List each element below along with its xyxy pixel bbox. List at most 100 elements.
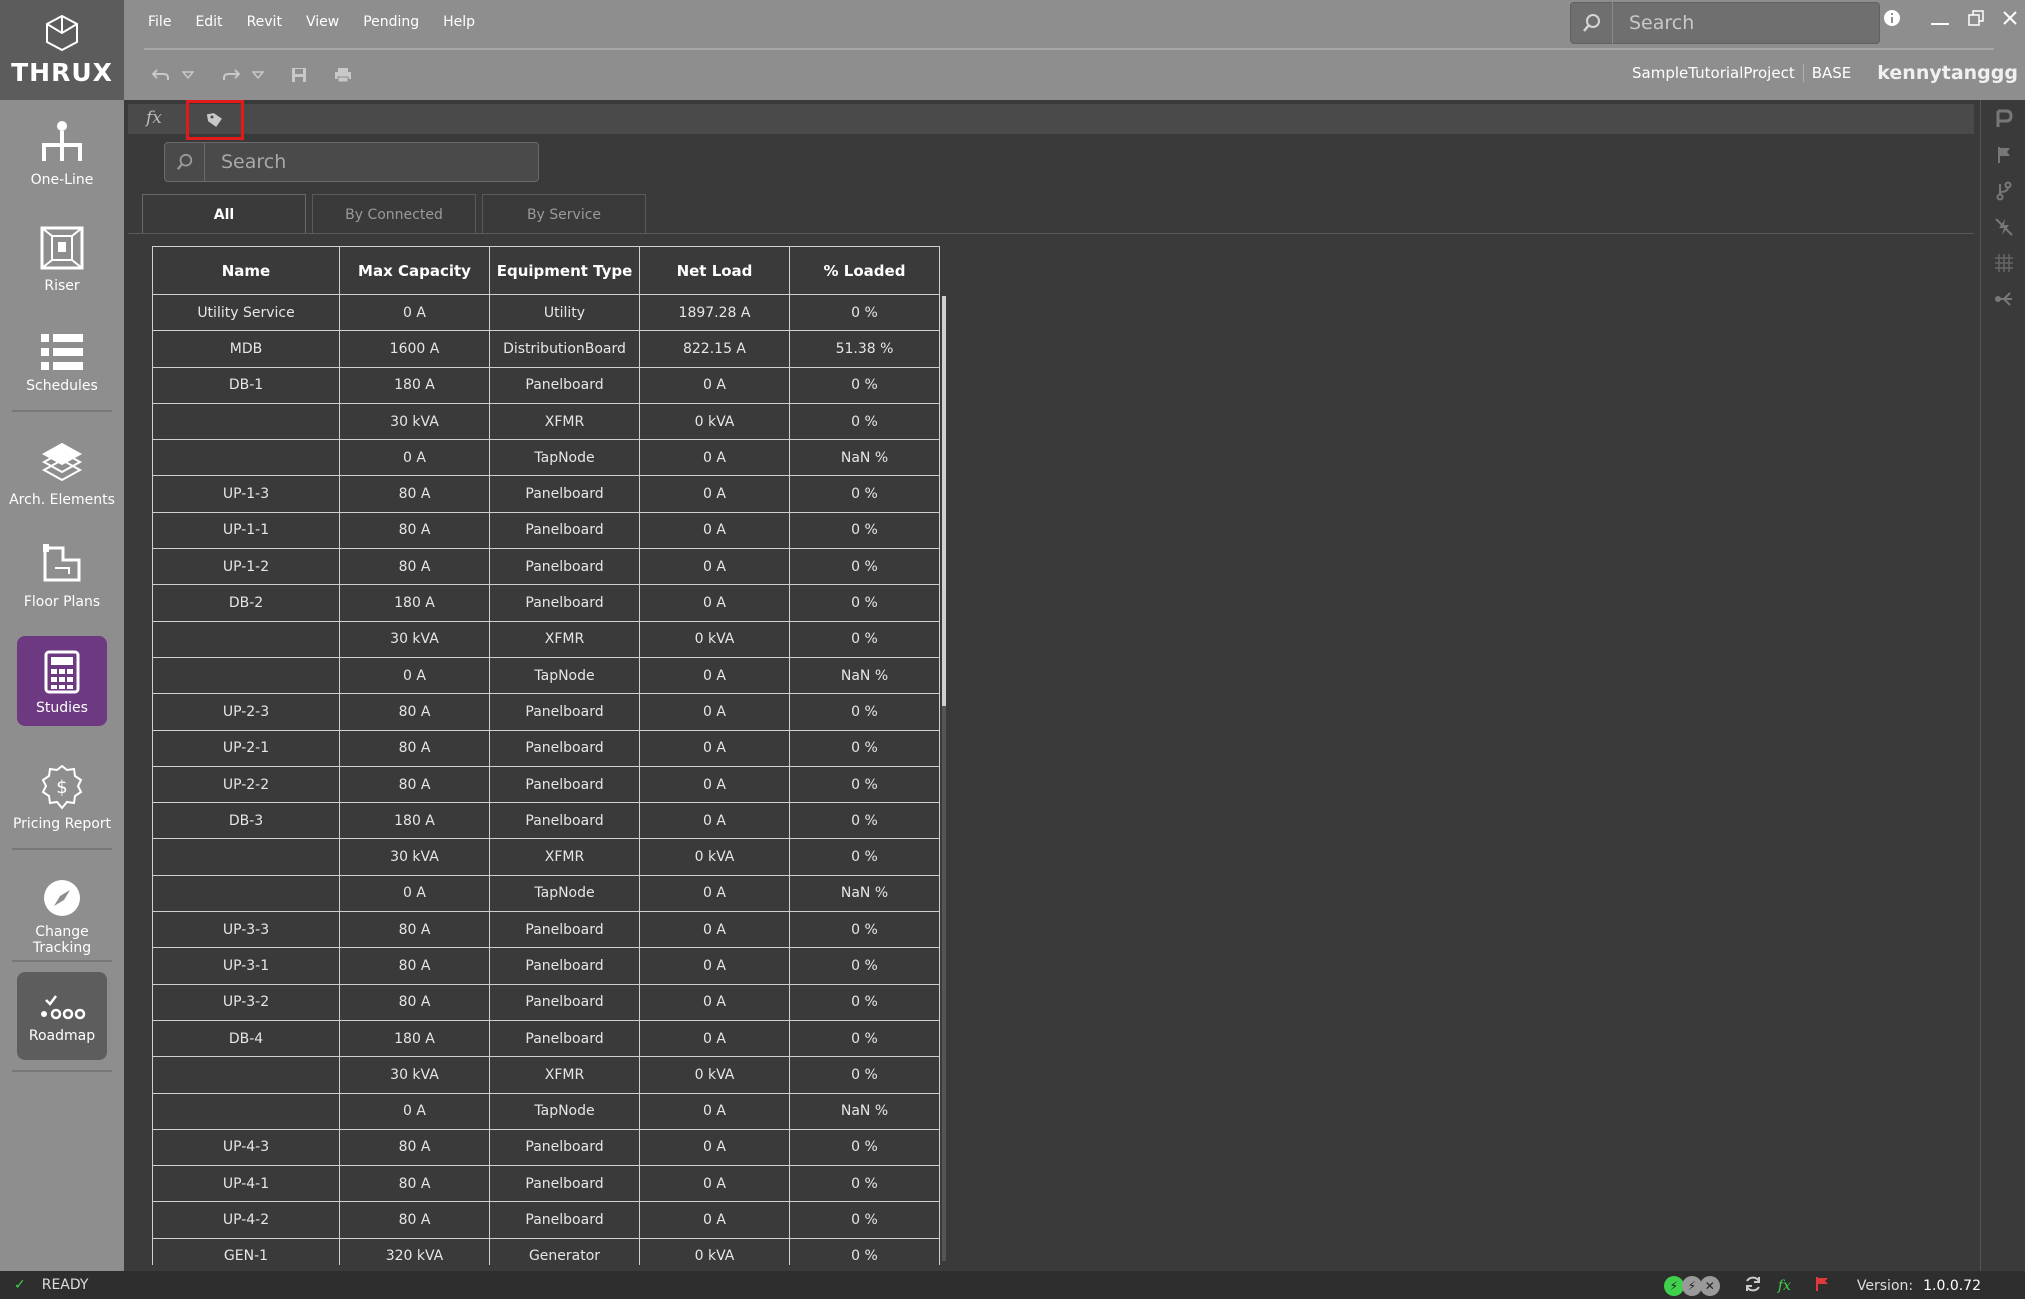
- table-cell[interactable]: 0 kVA: [639, 620, 790, 658]
- table-row[interactable]: 0 A TapNode 0 A NaN %: [152, 874, 940, 913]
- redo-button[interactable]: [220, 64, 242, 86]
- table-cell[interactable]: DB-3: [152, 802, 340, 840]
- menu-view[interactable]: View: [306, 14, 339, 30]
- table-cell[interactable]: 0 A: [639, 439, 790, 477]
- table-cell[interactable]: Panelboard: [489, 729, 640, 767]
- tag-button[interactable]: [186, 100, 244, 140]
- flag-icon[interactable]: [1993, 144, 2015, 166]
- close-button[interactable]: [2002, 10, 2018, 30]
- table-cell[interactable]: TapNode: [489, 874, 640, 913]
- table-cell[interactable]: 0 A: [639, 366, 790, 404]
- table-cell[interactable]: 0 %: [789, 1201, 940, 1239]
- table-cell[interactable]: 0 %: [789, 1019, 940, 1058]
- table-cell[interactable]: 51.38 %: [789, 330, 940, 368]
- table-cell[interactable]: Panelboard: [489, 693, 640, 731]
- table-cell[interactable]: 0 %: [789, 1165, 940, 1203]
- table-row[interactable]: DB-1 180 A Panelboard 0 A0 %: [152, 366, 940, 404]
- p-icon[interactable]: [1993, 108, 2015, 130]
- save-button[interactable]: [288, 64, 310, 86]
- table-cell[interactable]: 0 %: [789, 548, 940, 586]
- menu-edit[interactable]: Edit: [195, 14, 222, 30]
- table-cell[interactable]: 80 A: [339, 947, 490, 985]
- table-cell[interactable]: TapNode: [489, 439, 640, 477]
- sync-icon[interactable]: [1744, 1275, 1762, 1297]
- table-row[interactable]: DB-4 180 A Panelboard 0 A0 %: [152, 1019, 940, 1058]
- table-cell[interactable]: UP-1-2: [152, 548, 340, 586]
- table-cell[interactable]: Panelboard: [489, 366, 640, 404]
- table-row[interactable]: DB-3 180 A Panelboard 0 A0 %: [152, 802, 940, 840]
- project-name[interactable]: SampleTutorialProject: [1632, 64, 1804, 82]
- table-cell[interactable]: 0 %: [789, 584, 940, 622]
- table-cell[interactable]: [152, 656, 340, 695]
- table-cell[interactable]: UP-3-2: [152, 983, 340, 1021]
- table-cell[interactable]: TapNode: [489, 1092, 640, 1130]
- table-row[interactable]: 0 A TapNode 0 A NaN %: [152, 439, 940, 477]
- table-cell[interactable]: 822.15 A: [639, 330, 790, 368]
- table-cell[interactable]: 0 A: [339, 1092, 490, 1130]
- table-row[interactable]: UP-4-1 80 A Panelboard 0 A0 %: [152, 1165, 940, 1203]
- table-cell[interactable]: Panelboard: [489, 1165, 640, 1203]
- table-cell[interactable]: 0 A: [639, 1128, 790, 1167]
- undo-dropdown-button[interactable]: [182, 64, 194, 86]
- table-cell[interactable]: 0 %: [789, 802, 940, 840]
- table-cell[interactable]: 0 A: [639, 1092, 790, 1130]
- table-cell[interactable]: 0 A: [639, 693, 790, 731]
- table-cell[interactable]: 80 A: [339, 1165, 490, 1203]
- table-cell[interactable]: Panelboard: [489, 802, 640, 840]
- table-cell[interactable]: 180 A: [339, 802, 490, 840]
- table-cell[interactable]: 0 %: [789, 1237, 940, 1265]
- table-cell[interactable]: [152, 620, 340, 658]
- column-header-name[interactable]: Name: [152, 246, 340, 295]
- table-cell[interactable]: 0 A: [339, 439, 490, 477]
- table-cell[interactable]: Utility Service: [152, 293, 340, 332]
- table-cell[interactable]: 0 %: [789, 911, 940, 949]
- table-cell[interactable]: UP-3-1: [152, 947, 340, 985]
- sidebar-item-studies[interactable]: Studies: [17, 636, 107, 726]
- table-cell[interactable]: 0 A: [639, 511, 790, 550]
- table-cell[interactable]: 0 kVA: [639, 1237, 790, 1265]
- table-cell[interactable]: 0 A: [639, 584, 790, 622]
- tab-by-connected[interactable]: By Connected: [312, 194, 476, 234]
- table-cell[interactable]: [152, 1092, 340, 1130]
- table-row[interactable]: UP-2-3 80 A Panelboard 0 A0 %: [152, 693, 940, 731]
- table-cell[interactable]: GEN-1: [152, 1237, 340, 1265]
- table-cell[interactable]: 80 A: [339, 983, 490, 1021]
- table-cell[interactable]: 0 %: [789, 1056, 940, 1094]
- table-cell[interactable]: MDB: [152, 330, 340, 368]
- table-cell[interactable]: Panelboard: [489, 1128, 640, 1167]
- table-cell[interactable]: Panelboard: [489, 765, 640, 804]
- sidebar-item-floor-plans[interactable]: Floor Plans: [0, 540, 124, 610]
- table-cell[interactable]: 0 A: [639, 656, 790, 695]
- sidebar-item-riser[interactable]: Riser: [0, 224, 124, 294]
- table-cell[interactable]: XFMR: [489, 1056, 640, 1094]
- table-scrollbar-thumb[interactable]: [942, 296, 946, 706]
- column-header-net-load[interactable]: Net Load: [639, 246, 790, 295]
- table-cell[interactable]: [152, 838, 340, 876]
- table-cell[interactable]: UP-1-3: [152, 475, 340, 513]
- table-row[interactable]: Utility Service 0 A Utility 1897.28 A0 %: [152, 293, 940, 332]
- table-cell[interactable]: 0 %: [789, 838, 940, 876]
- menu-help[interactable]: Help: [443, 14, 475, 30]
- table-cell[interactable]: 80 A: [339, 693, 490, 731]
- table-cell[interactable]: 0 %: [789, 402, 940, 441]
- table-cell[interactable]: 180 A: [339, 1019, 490, 1058]
- table-row[interactable]: 30 kVA XFMR 0 kVA 0 %: [152, 1056, 940, 1094]
- menu-file[interactable]: File: [148, 14, 171, 30]
- table-cell[interactable]: 0 %: [789, 293, 940, 332]
- table-cell[interactable]: Panelboard: [489, 548, 640, 586]
- table-cell[interactable]: DB-1: [152, 366, 340, 404]
- undo-button[interactable]: [150, 64, 172, 86]
- share-icon[interactable]: [1993, 288, 2015, 310]
- project-branch[interactable]: BASE: [1804, 64, 1852, 82]
- table-cell[interactable]: Utility: [489, 293, 640, 332]
- menu-pending[interactable]: Pending: [363, 14, 419, 30]
- table-cell[interactable]: 0 A: [639, 947, 790, 985]
- branch-icon[interactable]: [1993, 180, 2015, 202]
- table-cell[interactable]: XFMR: [489, 838, 640, 876]
- table-cell[interactable]: 80 A: [339, 475, 490, 513]
- table-row[interactable]: UP-4-3 80 A Panelboard 0 A0 %: [152, 1128, 940, 1167]
- global-search-input[interactable]: [1613, 12, 1853, 34]
- table-row[interactable]: UP-3-3 80 A Panelboard 0 A0 %: [152, 911, 940, 949]
- table-cell[interactable]: Panelboard: [489, 911, 640, 949]
- table-cell[interactable]: TapNode: [489, 656, 640, 695]
